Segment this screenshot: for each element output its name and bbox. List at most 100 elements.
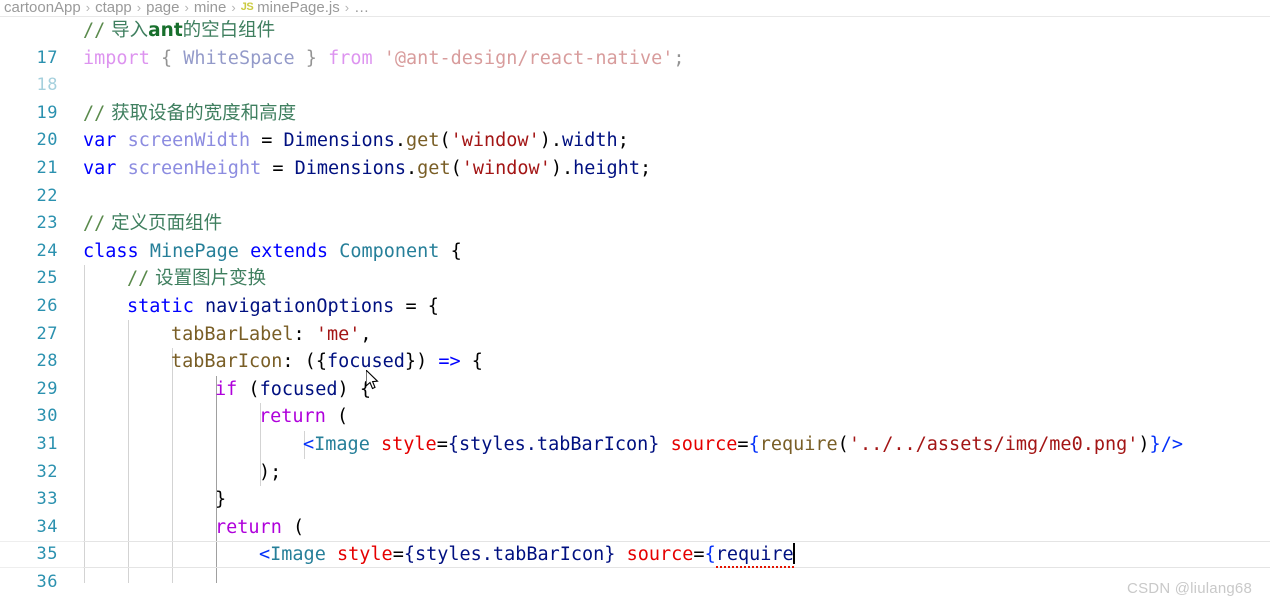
line-content: static navigationOptions = { <box>127 293 439 321</box>
colon: : <box>282 351 294 373</box>
code-line-24[interactable]: 24 // 定义页面组件 <box>0 210 1270 261</box>
string-window: 'window' <box>461 158 551 179</box>
paren-close: ) <box>337 378 349 400</box>
code-line-21[interactable]: 21 var screenWidth = Dimensions.get('win… <box>0 127 1270 178</box>
property-height: height <box>573 158 640 179</box>
brace-open: { <box>160 47 173 69</box>
arrow-operator: => <box>438 351 461 373</box>
jsx-self-close: /> <box>1160 434 1183 455</box>
semicolon: ; <box>673 47 685 69</box>
keyword-return: return <box>259 406 326 428</box>
keyword-static: static <box>127 296 194 317</box>
jsx-attr-style: style <box>336 544 393 566</box>
assign-operator: = <box>261 130 273 152</box>
code-line-31[interactable]: 31 return ( <box>0 403 1270 454</box>
code-line-33[interactable]: 33 ); <box>0 459 1270 510</box>
comment-text: 获取设备的宽度和高度 <box>105 102 297 124</box>
code-line-35[interactable]: 35 return ( <box>0 514 1270 565</box>
code-line-26[interactable]: 26 // 设置图片变换 <box>0 265 1270 316</box>
line-content: ); <box>259 461 282 483</box>
brace-close: } <box>404 351 417 373</box>
equals: = <box>737 434 749 455</box>
brace-close: } <box>305 47 317 69</box>
param-focused: focused <box>326 351 405 373</box>
keyword-var: var <box>83 130 117 152</box>
brace-open: { <box>427 296 439 317</box>
code-line-28[interactable]: 28 tabBarLabel: 'me', <box>0 321 1270 372</box>
code-line-27[interactable]: 27 static navigationOptions = { <box>0 293 1270 344</box>
paren-open: ( <box>439 130 451 152</box>
code-line-20[interactable]: 20 // 获取设备的宽度和高度 <box>0 100 1270 151</box>
jsx-attr-style: style <box>380 434 437 455</box>
code-line-30[interactable]: 30 if (focused) { <box>0 376 1270 427</box>
paren-open: ( <box>450 158 462 179</box>
code-line-17[interactable]: 17 // 导入ant的空白组件 <box>0 17 1270 68</box>
paren-close: ) <box>550 158 562 179</box>
js-file-icon: JS <box>240 1 254 13</box>
line-content: // 获取设备的宽度和高度 <box>83 100 296 128</box>
line-content: class MinePage extends Component { <box>83 238 462 266</box>
code-line-18[interactable]: 18 import { WhiteSpace } from '@ant-desi… <box>0 45 1270 96</box>
class-name-minepage: MinePage <box>149 240 239 262</box>
property-width: width <box>562 130 618 152</box>
brace-open: { <box>704 544 716 566</box>
string-me: 'me' <box>315 323 361 345</box>
keyword-extends: extends <box>250 240 329 262</box>
object-dimensions: Dimensions <box>294 158 407 179</box>
code-line-19[interactable]: 19 <box>0 72 1270 123</box>
breadcrumb-item-cartoonapp[interactable]: cartoonApp <box>4 0 81 16</box>
code-line-23[interactable]: 23 <box>0 183 1270 233</box>
module-path-string: '@ant-design/react-native' <box>383 47 674 69</box>
variable-name: screenWidth <box>127 130 251 152</box>
code-editor[interactable]: 17 // 导入ant的空白组件 18 import { WhiteSpace … <box>0 17 1270 605</box>
jsx-attr-style-value: {styles.tabBarIcon} <box>447 434 660 455</box>
comment-slashes: // <box>83 102 106 124</box>
code-line-22[interactable]: 22 var screenHeight = Dimensions.get('wi… <box>0 155 1270 206</box>
dot: . <box>550 130 562 152</box>
comment-text: 设置图片变换 <box>149 268 267 290</box>
line-content: // 导入ant的空白组件 <box>83 17 275 45</box>
property-tabbarlabel: tabBarLabel <box>171 323 294 345</box>
line-content: return ( <box>215 514 304 542</box>
condition-focused: focused <box>259 378 338 400</box>
code-line-29[interactable]: 29 tabBarIcon: ({focused}) => { <box>0 348 1270 399</box>
comment-text-pre: 导入 <box>105 20 149 41</box>
comment-slashes: // <box>127 268 150 290</box>
property-navigationoptions: navigationOptions <box>204 296 395 317</box>
breadcrumb-item-more[interactable]: … <box>354 0 369 16</box>
brace-open: { <box>315 351 327 373</box>
equals: = <box>436 434 448 455</box>
breadcrumb-separator: › <box>85 0 91 15</box>
breadcrumb: cartoonApp › ctapp › page › mine › JS mi… <box>0 0 1270 17</box>
brace-close: } <box>1149 434 1161 455</box>
code-line-32[interactable]: 32 <Image style={styles.tabBarIcon} sour… <box>0 431 1270 482</box>
line-number: 36 <box>36 571 58 592</box>
brace-open: { <box>748 434 760 455</box>
paren-open: ( <box>292 516 305 538</box>
keyword-var: var <box>83 158 117 179</box>
breadcrumb-item-mine[interactable]: mine <box>194 0 227 16</box>
paren-open: ( <box>248 378 260 400</box>
keyword-return: return <box>215 516 282 538</box>
string-image-path: '../../assets/img/me0.png' <box>848 434 1139 455</box>
line-content: <Image style={styles.tabBarIcon} source=… <box>303 431 1183 459</box>
breadcrumb-separator: › <box>344 0 350 15</box>
comment-slashes: // <box>83 20 106 41</box>
line-content: if (focused) { <box>215 376 371 404</box>
code-line-36[interactable]: 36 <Image style={styles.tabBarIcon} sour… <box>0 541 1270 592</box>
comment-text: 定义页面组件 <box>105 213 223 235</box>
code-line-34[interactable]: 34 } <box>0 486 1270 537</box>
jsx-tag-image: Image <box>270 544 326 566</box>
function-require: require <box>759 434 838 455</box>
breadcrumb-item-ctapp[interactable]: ctapp <box>95 0 132 16</box>
method-get: get <box>417 158 451 179</box>
comment-text-post: 的空白组件 <box>182 20 276 41</box>
comma: , <box>360 323 372 345</box>
comment-text-bold: ant <box>148 20 183 41</box>
line-content: tabBarLabel: 'me', <box>171 321 372 349</box>
breadcrumb-item-minepage-js[interactable]: minePage.js <box>257 0 340 16</box>
imported-binding: WhiteSpace <box>183 47 295 69</box>
breadcrumb-item-page[interactable]: page <box>146 0 179 16</box>
code-line-25[interactable]: 25 class MinePage extends Component { <box>0 238 1270 289</box>
jsx-tag-image: Image <box>314 434 370 455</box>
